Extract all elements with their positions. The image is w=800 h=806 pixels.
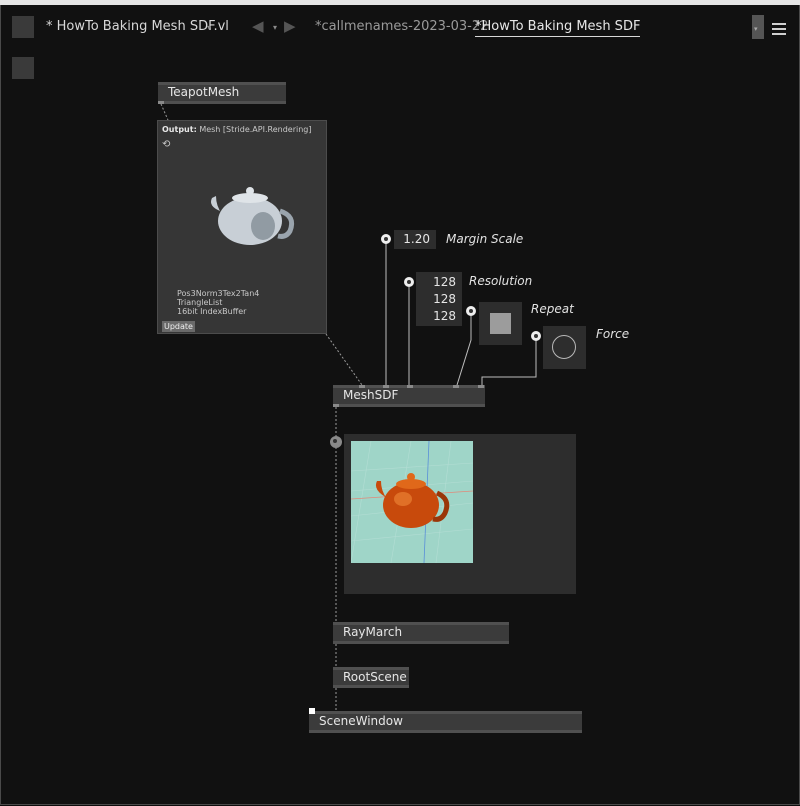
node-teapotmesh[interactable]: TeapotMesh — [158, 82, 286, 104]
node-label: TeapotMesh — [168, 85, 240, 99]
force-label: Force — [596, 327, 630, 341]
resolution-label: Resolution — [469, 274, 533, 288]
tooltip-header: Output: Mesh [Stride.API.Rendering] — [162, 125, 312, 134]
pin-resolution[interactable] — [404, 277, 414, 287]
raymarched-teapot-render — [351, 441, 473, 563]
wire-force — [481, 340, 537, 385]
refresh-icon[interactable]: ⟲ — [162, 139, 170, 150]
wire-teapot-out — [160, 103, 169, 121]
node-raymarch[interactable]: RayMarch — [333, 622, 509, 644]
preview-pin[interactable] — [330, 436, 342, 448]
wire-mesh-to-meshsdf — [325, 333, 363, 386]
input-pin-repeat[interactable] — [453, 385, 459, 388]
pin-repeat[interactable] — [466, 306, 476, 316]
raymarch-preview-image — [351, 441, 473, 563]
node-label: RayMarch — [343, 625, 403, 639]
node-selection-handle[interactable] — [309, 708, 315, 714]
input-pin-margin[interactable] — [383, 385, 389, 388]
mesh-info: Pos3Norm3Tex2Tan4 TriangleList 16bit Ind… — [177, 289, 260, 316]
repeat-label: Repeat — [531, 302, 574, 316]
node-rootscene[interactable]: RootScene — [333, 667, 409, 688]
margin-scale-label: Margin Scale — [446, 232, 524, 246]
output-pin[interactable] — [333, 404, 339, 407]
input-pin-resolution[interactable] — [407, 385, 413, 388]
bang-circle-icon — [552, 335, 576, 359]
node-label: MeshSDF — [343, 388, 399, 402]
resolution-input[interactable]: 128 128 128 — [416, 272, 462, 326]
toggle-on-indicator — [490, 313, 511, 334]
output-tooltip: Output: Mesh [Stride.API.Rendering] ⟲ Po… — [157, 120, 327, 334]
repeat-toggle[interactable] — [479, 302, 522, 345]
node-label: SceneWindow — [319, 714, 403, 728]
node-scenewindow[interactable]: SceneWindow — [309, 708, 582, 733]
node-label: RootScene — [343, 670, 407, 684]
input-pin-force[interactable] — [478, 385, 484, 388]
input-pin-mesh[interactable] — [359, 385, 365, 388]
margin-scale-input[interactable]: 1.20 — [394, 230, 436, 249]
pin-force[interactable] — [531, 331, 541, 341]
update-button[interactable]: Update — [162, 321, 195, 332]
node-meshsdf[interactable]: MeshSDF — [333, 385, 485, 407]
teapot-wireframe-image — [211, 187, 295, 245]
pin-margin-scale[interactable] — [381, 234, 391, 244]
output-pin[interactable] — [158, 101, 164, 104]
force-bang-button[interactable] — [543, 326, 586, 369]
